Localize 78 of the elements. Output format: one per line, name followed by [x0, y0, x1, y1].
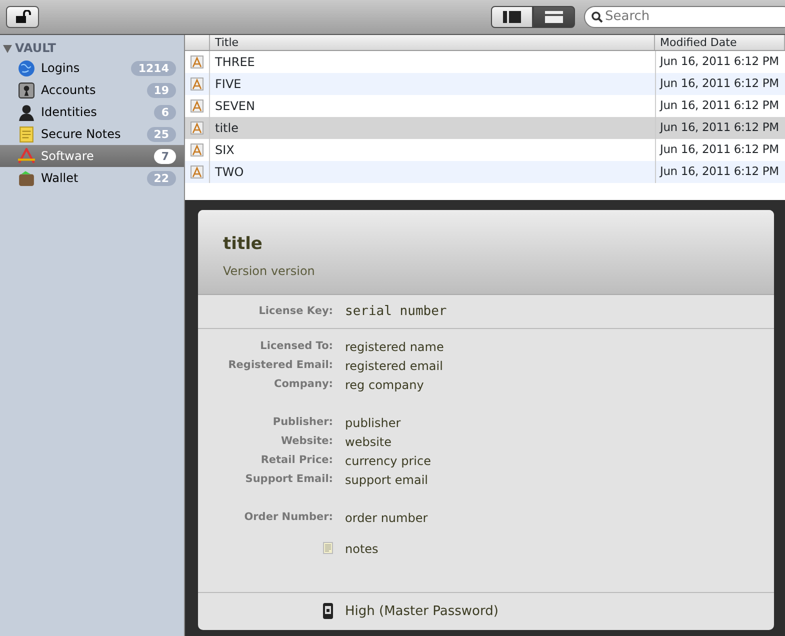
field-label: Retail Price:: [260, 452, 334, 468]
title-cell-text: SIX: [214, 142, 236, 159]
title-cell-text: SEVEN: [214, 98, 256, 115]
field-value: support email: [345, 472, 428, 488]
sidebar-item[interactable]: Software 7: [0, 145, 184, 167]
field-label: Company:: [273, 376, 334, 392]
date-cell: Jun 16, 2011 6:12 PM: [655, 73, 785, 95]
sidebar-item[interactable]: Logins 1214: [0, 57, 184, 79]
field-value: currency price: [345, 452, 431, 470]
field-value: website: [345, 434, 392, 450]
date-cell: Jun 16, 2011 6:12 PM: [655, 117, 785, 139]
section-header: VAULT: [15, 40, 56, 57]
field-label: Registered Email:: [227, 358, 334, 373]
count-badge: 22: [146, 170, 176, 186]
ruler-pencil-icon: [18, 148, 35, 164]
lock-button[interactable]: [6, 6, 39, 28]
title-cell-text: title: [214, 120, 240, 137]
title-cell-text: FIVE: [214, 76, 242, 93]
field-label: Licensed To:: [259, 338, 334, 354]
sidebar-item[interactable]: Identities 6: [0, 101, 184, 123]
wallet-icon: [18, 170, 35, 186]
field-label: Website:: [280, 434, 334, 449]
field-value: registered name: [345, 338, 444, 356]
document-icon: [190, 165, 204, 179]
count-badge: 6: [154, 104, 176, 120]
note-icon: [18, 126, 35, 142]
detail-view-button[interactable]: [533, 6, 575, 28]
search-field[interactable]: Search: [584, 6, 785, 28]
item-label: Software: [41, 148, 94, 165]
person-icon: [18, 104, 35, 120]
item-label: Logins: [41, 60, 80, 77]
item-label: Secure Notes: [41, 126, 121, 143]
item-label: Identities: [41, 104, 97, 121]
table-row[interactable]: title Jun 16, 2011 6:12 PM: [185, 117, 785, 139]
field-label: Publisher:: [272, 414, 334, 430]
document-icon: [190, 143, 204, 157]
padlock-icon: [14, 10, 30, 24]
globe-icon: [18, 60, 35, 76]
document-icon: [190, 77, 204, 91]
column-header[interactable]: Modified Date: [655, 35, 785, 50]
search-input[interactable]: Search: [605, 7, 775, 27]
field-value: serial number: [345, 302, 447, 321]
list-view-button[interactable]: [491, 6, 533, 28]
search-icon: [591, 11, 603, 23]
phone-lock-icon: [323, 603, 333, 620]
title-cell-text: TWO: [214, 164, 245, 181]
notes-text: notes: [345, 540, 378, 558]
document-icon: [190, 55, 204, 69]
item-label: Accounts: [41, 82, 96, 99]
field-value: reg company: [345, 376, 424, 394]
document-icon: [190, 121, 204, 135]
field-label: Support Email:: [244, 472, 334, 487]
document-icon: [190, 99, 204, 113]
date-cell: Jun 16, 2011 6:12 PM: [655, 161, 785, 183]
field-value: order number: [345, 510, 428, 526]
field-value: publisher: [345, 414, 401, 432]
table-row[interactable]: FIVE Jun 16, 2011 6:12 PM: [185, 73, 785, 95]
note-icon: [323, 542, 333, 554]
sidebar-item[interactable]: Wallet 22: [0, 167, 184, 189]
security-level: High (Master Password): [345, 602, 498, 621]
count-badge: 25: [146, 126, 176, 142]
item-title: title: [223, 233, 264, 256]
field-label: Order Number:: [243, 510, 334, 525]
count-badge: 7: [154, 148, 176, 164]
keyhole-icon: [18, 82, 35, 98]
column-header[interactable]: Title: [210, 35, 655, 50]
field-label: License Key:: [258, 304, 334, 319]
field-value: registered email: [345, 358, 443, 374]
table-row[interactable]: TWO Jun 16, 2011 6:12 PM: [185, 161, 785, 183]
columns-icon: [503, 11, 521, 23]
sidebar-item[interactable]: Accounts 19: [0, 79, 184, 101]
title-cell-text: THREE: [214, 54, 256, 71]
item-label: Wallet: [41, 170, 78, 187]
count-badge: 19: [146, 82, 176, 98]
sidebar-item[interactable]: Secure Notes 25: [0, 123, 184, 145]
rows-icon: [545, 11, 563, 23]
count-badge: 1214: [131, 60, 176, 76]
item-subtitle: Version version: [223, 262, 316, 280]
